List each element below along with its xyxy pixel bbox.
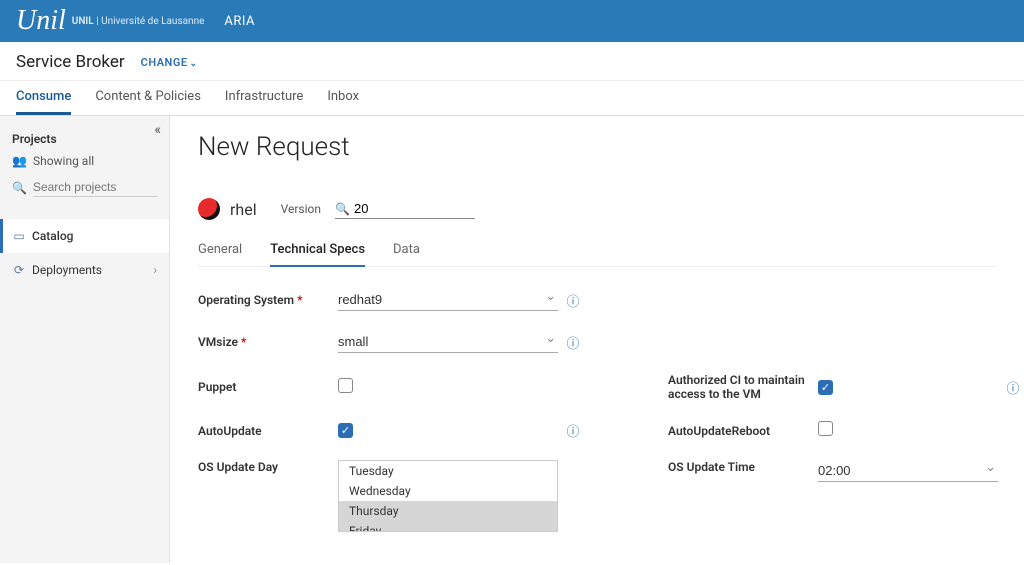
search-icon: 🔍 (12, 181, 27, 195)
change-link[interactable]: CHANGE⌄ (141, 56, 198, 69)
listbox-os-update-day[interactable]: Tuesday Wednesday Thursday Friday Saturd… (338, 460, 558, 532)
label-os-update-time: OS Update Time (668, 460, 818, 474)
label-puppet: Puppet (198, 380, 338, 394)
service-title: Service Broker (16, 52, 125, 72)
label-autoupdate: AutoUpdate (198, 424, 338, 438)
tab-inbox[interactable]: Inbox (327, 81, 359, 115)
list-item[interactable]: Wednesday (339, 481, 557, 501)
info-icon[interactable]: ⓘ (558, 333, 588, 352)
inner-tab-general[interactable]: General (198, 234, 242, 267)
sidebar-showing-all[interactable]: 👥 Showing all (12, 154, 157, 168)
version-input[interactable] (354, 199, 475, 218)
top-banner: Unil UNIL | Université de Lausanne ARIA (0, 0, 1024, 42)
label-os-update-day: OS Update Day (198, 460, 338, 474)
version-label: Version (281, 202, 321, 216)
people-icon: 👥 (12, 154, 27, 168)
chevron-right-icon: › (153, 263, 157, 277)
sidebar-item-label: Catalog (32, 229, 73, 243)
list-item[interactable]: Friday (339, 521, 557, 532)
item-name: rhel (230, 200, 257, 219)
info-icon[interactable]: ⓘ (558, 421, 588, 440)
top-tab-bar: Consume Content & Policies Infrastructur… (0, 81, 1024, 116)
label-os: Operating System * (198, 293, 338, 307)
org-logo-script: Unil (16, 7, 66, 35)
select-os[interactable]: redhat9 (338, 289, 558, 311)
deployments-icon: ⟳ (12, 263, 26, 277)
list-item[interactable]: Thursday (339, 501, 557, 521)
tab-content-policies[interactable]: Content & Policies (95, 81, 201, 115)
label-autoupdate-reboot: AutoUpdateReboot (668, 424, 818, 438)
chevron-down-icon: ⌄ (190, 59, 198, 69)
page-title: New Request (198, 132, 996, 162)
main-content: New Request rhel Version 🔍 General Techn… (170, 116, 1024, 563)
product-name: ARIA (224, 14, 255, 29)
catalog-item-header: rhel Version 🔍 (198, 198, 996, 220)
label-auth-ci: Authorized CI to maintain access to the … (668, 373, 818, 401)
list-item[interactable]: Tuesday (339, 461, 557, 481)
context-bar: Service Broker CHANGE⌄ (0, 42, 1024, 81)
sidebar: « Projects 👥 Showing all 🔍 ▭ Catalog ⟳ (0, 116, 170, 563)
search-icon[interactable]: 🔍 (335, 202, 350, 216)
checkbox-auth-ci[interactable]: ✓ (818, 380, 833, 395)
info-icon[interactable]: ⓘ (998, 378, 1024, 397)
inner-tab-bar: General Technical Specs Data (198, 234, 996, 267)
catalog-icon: ▭ (12, 229, 26, 243)
sidebar-heading-projects: Projects (12, 132, 157, 146)
sidebar-item-deployments[interactable]: ⟳ Deployments › (0, 253, 169, 287)
search-projects-input[interactable] (33, 178, 157, 197)
checkbox-autoupdate-reboot[interactable] (818, 421, 833, 436)
checkbox-autoupdate[interactable]: ✓ (338, 423, 353, 438)
select-vmsize[interactable]: small (338, 331, 558, 353)
redhat-icon (198, 198, 220, 220)
info-icon[interactable]: ⓘ (558, 291, 588, 310)
sidebar-item-label: Deployments (32, 263, 102, 277)
tab-infrastructure[interactable]: Infrastructure (225, 81, 303, 115)
form-grid: Operating System * redhat9 ⓘ VMsize * sm… (198, 289, 996, 532)
tab-consume[interactable]: Consume (16, 81, 71, 115)
version-search[interactable]: 🔍 (335, 199, 475, 219)
sidebar-item-catalog[interactable]: ▭ Catalog (0, 219, 169, 253)
inner-tab-data[interactable]: Data (393, 234, 420, 267)
org-logo-sub: UNIL | Université de Lausanne (72, 16, 205, 27)
checkbox-puppet[interactable] (338, 378, 353, 393)
label-vmsize: VMsize * (198, 335, 338, 349)
collapse-sidebar-icon[interactable]: « (154, 122, 161, 138)
select-os-update-time[interactable]: 02:00 (818, 460, 998, 482)
inner-tab-technical-specs[interactable]: Technical Specs (270, 234, 365, 267)
